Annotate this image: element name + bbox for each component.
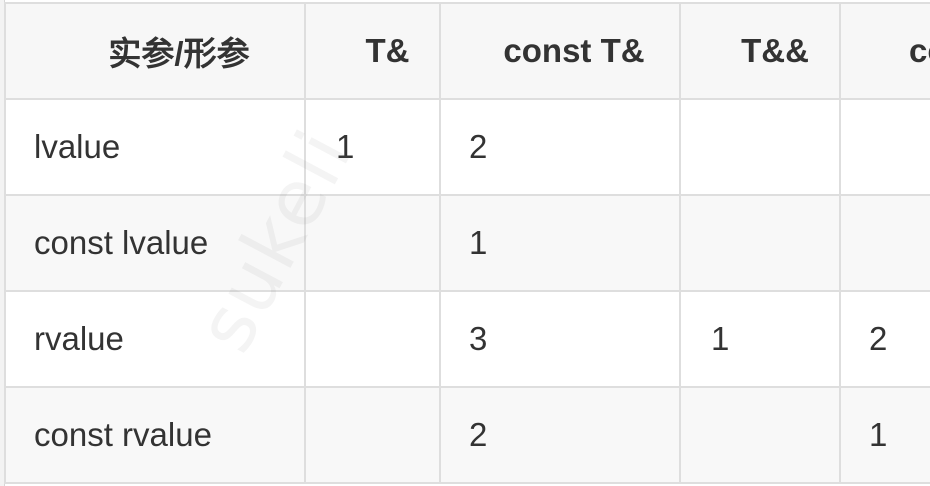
table-row: const lvalue 1	[4, 194, 930, 292]
table-cell: 1	[679, 290, 841, 388]
header-row: 实参/形参 T& const T& T&& const T&&	[4, 2, 930, 100]
table-cell	[679, 194, 841, 292]
row-label-cell: rvalue	[4, 290, 306, 388]
table-cell: 1	[839, 386, 930, 484]
table-cell	[679, 386, 841, 484]
table-cell	[679, 98, 841, 196]
table-cell	[304, 290, 441, 388]
header-cell-t-rref: T&&	[679, 2, 841, 100]
table-row: rvalue 3 1 2	[4, 290, 930, 388]
table-cell	[839, 194, 930, 292]
table-row: const rvalue 2 1	[4, 386, 930, 484]
table-cell: 2	[839, 290, 930, 388]
table-row: lvalue 1 2	[4, 98, 930, 196]
table-cell	[304, 194, 441, 292]
row-label-cell: const rvalue	[4, 386, 306, 484]
row-label-cell: lvalue	[4, 98, 306, 196]
table-cell	[304, 386, 441, 484]
binding-rules-table: 实参/形参 T& const T& T&& const T&& lvalue 1…	[4, 2, 930, 484]
page: 实参/形参 T& const T& T&& const T&& lvalue 1…	[0, 0, 930, 486]
header-cell-t-ref: T&	[304, 2, 441, 100]
header-cell-arg-param: 实参/形参	[4, 2, 306, 100]
table-cell	[839, 98, 930, 196]
table-cell: 2	[439, 386, 681, 484]
header-cell-const-t-rref: const T&&	[839, 2, 930, 100]
row-label-cell: const lvalue	[4, 194, 306, 292]
table-cell: 1	[439, 194, 681, 292]
table-cell: 1	[304, 98, 441, 196]
table-cell: 3	[439, 290, 681, 388]
table-cell: 2	[439, 98, 681, 196]
header-cell-const-t-ref: const T&	[439, 2, 681, 100]
